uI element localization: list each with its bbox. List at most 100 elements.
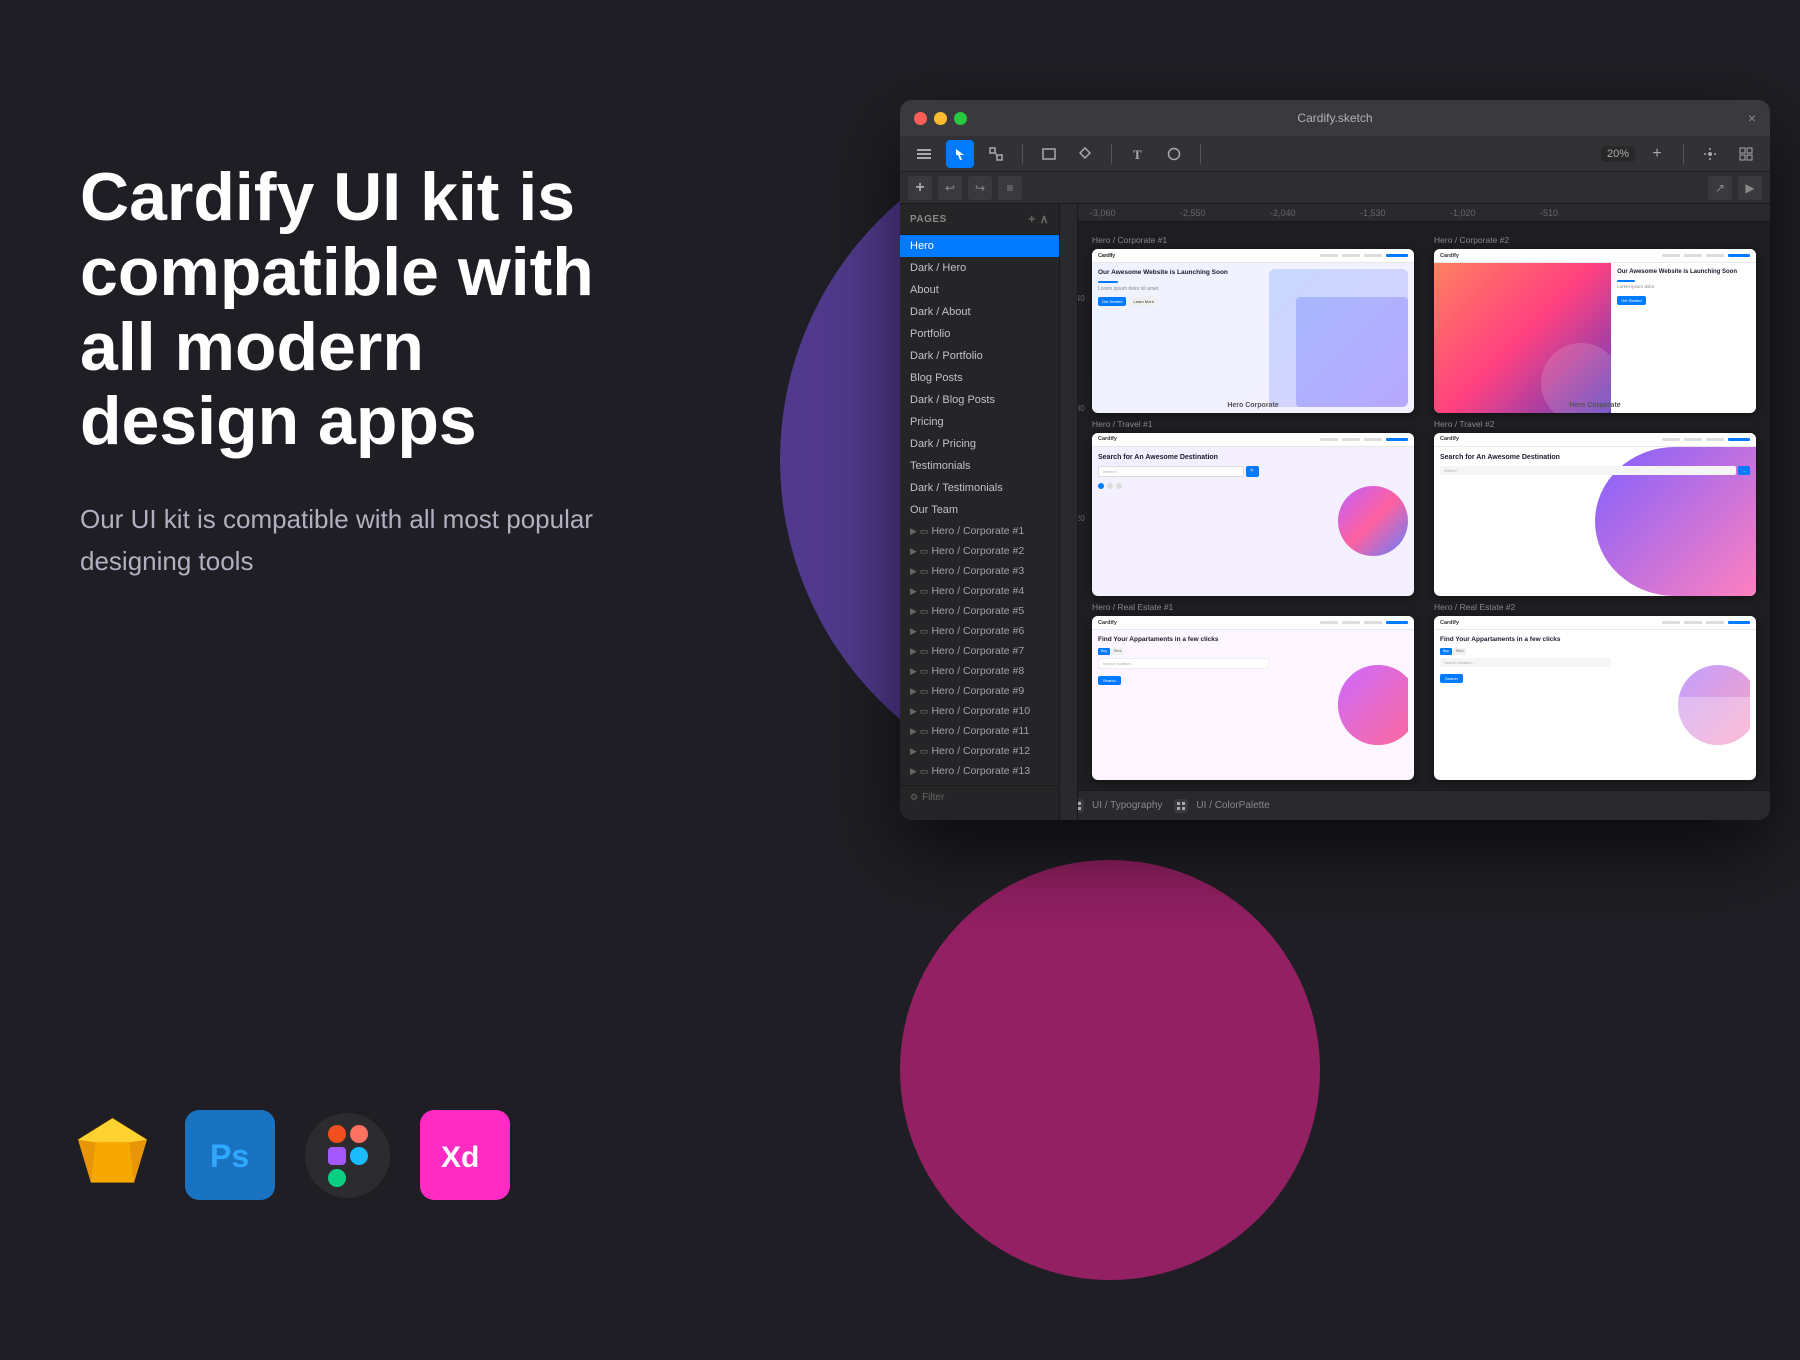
- sidebar-item-testimonials[interactable]: Testimonials: [900, 455, 1059, 477]
- window-close-icon[interactable]: ×: [1748, 110, 1756, 126]
- minimize-dot[interactable]: [934, 112, 947, 125]
- thumb-travel-text-2: Search for An Awesome Destination: [1440, 453, 1750, 462]
- tree-arrow-icon: ▶: [910, 726, 917, 737]
- share-button[interactable]: ↗: [1708, 176, 1732, 200]
- thumb-room: [1678, 697, 1750, 745]
- thumb-travel-1[interactable]: Cardify Search for An Awesome Destinatio…: [1092, 433, 1414, 597]
- thumb-body-t2: Search for An Awesome Destination Where?…: [1434, 447, 1756, 597]
- thumb-re-1[interactable]: Cardify Find Your Appartaments in a few …: [1092, 616, 1414, 780]
- monitor-icon: ▭: [920, 726, 929, 737]
- sketch-icon: [70, 1110, 155, 1200]
- tree-label: Hero / Corporate #9: [931, 685, 1024, 697]
- bottom-label-typography: UI / Typography: [1092, 800, 1162, 811]
- select-tool[interactable]: [946, 140, 974, 168]
- settings-icon[interactable]: [1696, 140, 1724, 168]
- sidebar-item-hero[interactable]: Hero: [900, 235, 1059, 257]
- thumb-text-re1: Find Your Appartaments in a few clicks B…: [1098, 636, 1269, 774]
- thumb-label-travel-2: Hero / Travel #2: [1434, 419, 1494, 429]
- tree-arrow-icon: ▶: [910, 586, 917, 597]
- thumb-brand-2: Cardify: [1440, 253, 1459, 259]
- tree-label: Hero / Corporate #12: [931, 745, 1030, 757]
- sidebar-item-blog-posts[interactable]: Blog Posts: [900, 367, 1059, 389]
- thumb-re-text-1: Find Your Appartaments in a few clicks: [1098, 636, 1269, 644]
- sidebar-item-dark-portfolio[interactable]: Dark / Portfolio: [900, 345, 1059, 367]
- rectangle-tool[interactable]: [1035, 140, 1063, 168]
- secondary-toolbar: + ↩ ↪ ≡ ↗ ▶: [900, 172, 1770, 204]
- sidebar-item-about[interactable]: About: [900, 279, 1059, 301]
- thumb-cta-2: Learn More: [1129, 297, 1157, 306]
- thumb-filter-2: Rent: [1111, 648, 1124, 655]
- sidebar-item-dark-about[interactable]: Dark / About: [900, 301, 1059, 323]
- tree-item-corp-7[interactable]: ▶ ▭ Hero / Corporate #7: [900, 641, 1059, 661]
- monitor-icon: ▭: [920, 566, 929, 577]
- monitor-icon: ▭: [920, 526, 929, 537]
- sidebar-item-portfolio[interactable]: Portfolio: [900, 323, 1059, 345]
- sidebar-item-label: Dark / Testimonials: [910, 482, 1003, 494]
- tree-item-corp-4[interactable]: ▶ ▭ Hero / Corporate #4: [900, 581, 1059, 601]
- tree-item-corp-1[interactable]: ▶ ▭ Hero / Corporate #1: [900, 521, 1059, 541]
- zoom-in[interactable]: +: [1643, 140, 1671, 168]
- dot-active: [1098, 483, 1104, 489]
- thumb-corp-2[interactable]: Cardify: [1434, 249, 1756, 413]
- thumb-filter-buy: Buy: [1440, 648, 1452, 655]
- tree-item-corp-2[interactable]: ▶ ▭ Hero / Corporate #2: [900, 541, 1059, 561]
- tree-item-corp-8[interactable]: ▶ ▭ Hero / Corporate #8: [900, 661, 1059, 681]
- thumb-re-2[interactable]: Cardify Find Your Appartaments in a few …: [1434, 616, 1756, 780]
- sidebar-item-dark-testimonials[interactable]: Dark / Testimonials: [900, 477, 1059, 499]
- tree-arrow-icon: ▶: [910, 546, 917, 557]
- sidebar-item-dark-hero[interactable]: Dark / Hero: [900, 257, 1059, 279]
- tree-item-corp-10[interactable]: ▶ ▭ Hero / Corporate #10: [900, 701, 1059, 721]
- filter-label[interactable]: Filter: [922, 792, 944, 803]
- sidebar-item-dark-pricing[interactable]: Dark / Pricing: [900, 433, 1059, 455]
- undo-button[interactable]: ↩: [938, 176, 962, 200]
- thumb-container-re-2: Hero / Real Estate #2 Cardify: [1434, 616, 1756, 780]
- monitor-icon: ▭: [920, 746, 929, 757]
- top-toolbar: T 20% +: [900, 136, 1770, 172]
- thumb-label-travel-1: Hero / Travel #1: [1092, 419, 1152, 429]
- sidebar-item-pricing[interactable]: Pricing: [900, 411, 1059, 433]
- close-dot[interactable]: [914, 112, 927, 125]
- tree-arrow-icon: ▶: [910, 686, 917, 697]
- thumb-brand-t1: Cardify: [1098, 436, 1117, 442]
- add-button[interactable]: +: [908, 176, 932, 200]
- thumb-nav-bar-t2: Cardify: [1434, 433, 1756, 447]
- vector-tool[interactable]: [982, 140, 1010, 168]
- thumb-corp-1[interactable]: Cardify Our Awesome Website is Launching…: [1092, 249, 1414, 413]
- sidebar-item-our-team[interactable]: Our Team: [900, 499, 1059, 521]
- tree-label: Hero / Corporate #3: [931, 565, 1024, 577]
- tree-item-corp-6[interactable]: ▶ ▭ Hero / Corporate #6: [900, 621, 1059, 641]
- monitor-icon: ▭: [920, 646, 929, 657]
- tree-item-corp-3[interactable]: ▶ ▭ Hero / Corporate #3: [900, 561, 1059, 581]
- collapse-btn[interactable]: ∧: [1040, 212, 1049, 226]
- sidebar-item-label: Pricing: [910, 416, 944, 428]
- thumb-label-corp-2: Hero / Corporate #2: [1434, 235, 1509, 245]
- arrange-button[interactable]: ≡: [998, 176, 1022, 200]
- present-button[interactable]: ▶: [1738, 176, 1762, 200]
- left-section: Cardify UI kit is compatible with all mo…: [80, 160, 640, 582]
- thumb-circle-travel: [1338, 486, 1408, 556]
- sidebar-item-label: About: [910, 284, 939, 296]
- maximize-dot[interactable]: [954, 112, 967, 125]
- tree-item-corp-13[interactable]: ▶ ▭ Hero / Corporate #13: [900, 761, 1059, 781]
- sidebar-item-label: Hero: [910, 240, 934, 252]
- tree-item-corp-5[interactable]: ▶ ▭ Hero / Corporate #5: [900, 601, 1059, 621]
- bottom-icon-2[interactable]: [1174, 799, 1188, 813]
- thumb-travel-2[interactable]: Cardify Search for An Awesome Destinatio…: [1434, 433, 1756, 597]
- tree-item-corp-11[interactable]: ▶ ▭ Hero / Corporate #11: [900, 721, 1059, 741]
- text-tool[interactable]: T: [1124, 140, 1152, 168]
- canvas-area[interactable]: -3,060 -2,550 -2,040 -1,530 -1,020 -510 …: [1060, 204, 1770, 820]
- grid-icon[interactable]: [1732, 140, 1760, 168]
- redo-button[interactable]: ↪: [968, 176, 992, 200]
- title-bar: Cardify.sketch ×: [900, 100, 1770, 136]
- tree-item-corp-12[interactable]: ▶ ▭ Hero / Corporate #12: [900, 741, 1059, 761]
- thumb-search-btn: 🔍: [1246, 466, 1259, 477]
- shape-tool[interactable]: [1160, 140, 1188, 168]
- tree-label: Hero / Corporate #5: [931, 605, 1024, 617]
- add-page-btn[interactable]: +: [1028, 212, 1036, 226]
- pen-tool[interactable]: [1071, 140, 1099, 168]
- tree-item-corp-9[interactable]: ▶ ▭ Hero / Corporate #9: [900, 681, 1059, 701]
- menu-icon[interactable]: [910, 140, 938, 168]
- ruler-horizontal: -3,060 -2,550 -2,040 -1,530 -1,020 -510: [1060, 204, 1770, 222]
- sidebar-item-dark-blog-posts[interactable]: Dark / Blog Posts: [900, 389, 1059, 411]
- thumb-re-cta: Search: [1098, 676, 1121, 685]
